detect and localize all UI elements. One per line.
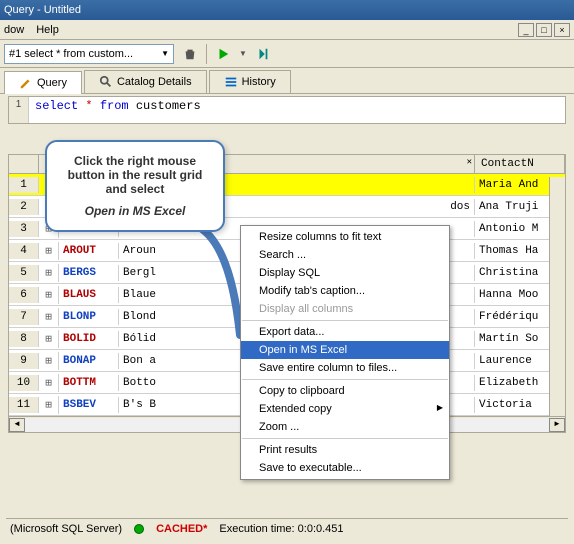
tab-catalog[interactable]: Catalog Details <box>84 70 207 93</box>
context-menu: Resize columns to fit text Search ... Di… <box>240 225 450 480</box>
menu-zoom[interactable]: Zoom ... <box>241 418 449 436</box>
menu-export-data[interactable]: Export data... <box>241 323 449 341</box>
menu-copy-clipboard[interactable]: Copy to clipboard <box>241 382 449 400</box>
row-number: 11 <box>9 397 39 413</box>
chevron-down-icon[interactable]: ▼ <box>239 49 247 58</box>
close-button[interactable]: × <box>554 23 570 37</box>
column-contact[interactable]: ContactN <box>475 155 565 173</box>
play-icon <box>216 47 230 61</box>
menu-modify-caption[interactable]: Modify tab's caption... <box>241 282 449 300</box>
status-led-icon <box>134 524 144 534</box>
chevron-down-icon: ▼ <box>161 49 169 58</box>
tab-query[interactable]: Query <box>4 71 82 94</box>
execution-time: Execution time: 0:0:0.451 <box>219 523 343 535</box>
scroll-right-button[interactable]: ► <box>549 418 565 432</box>
cell-id: BERGS <box>59 265 119 281</box>
row-number: 9 <box>9 353 39 369</box>
tab-history[interactable]: History <box>209 70 291 93</box>
menu-open-excel[interactable]: Open in MS Excel <box>241 341 449 359</box>
cell-id: BLONP <box>59 309 119 325</box>
cell-id: BOLID <box>59 331 119 347</box>
menu-display-all: Display all columns <box>241 300 449 318</box>
line-gutter: 1 <box>9 97 29 123</box>
row-number: 8 <box>9 331 39 347</box>
title-bar: Query - Untitled <box>0 0 574 20</box>
run-button[interactable] <box>213 44 233 64</box>
expand-icon[interactable]: ⊞ <box>39 330 59 348</box>
close-icon[interactable]: ✕ <box>467 157 472 167</box>
minimize-button[interactable]: _ <box>518 23 534 37</box>
row-number: 10 <box>9 375 39 391</box>
step-icon <box>256 47 270 61</box>
query-combo[interactable]: #1 select * from custom... ▼ <box>4 44 174 64</box>
menu-resize-columns[interactable]: Resize columns to fit text <box>241 228 449 246</box>
menu-extended-copy[interactable]: Extended copy▶ <box>241 400 449 418</box>
cell-id: AROUT <box>59 243 119 259</box>
restore-button[interactable]: □ <box>536 23 552 37</box>
expand-icon[interactable]: ⊞ <box>39 264 59 282</box>
server-label: (Microsoft SQL Server) <box>10 523 122 535</box>
delete-button[interactable] <box>180 44 200 64</box>
cached-label: CACHED* <box>156 523 207 535</box>
menu-save-exe[interactable]: Save to executable... <box>241 459 449 477</box>
magnifier-icon <box>99 75 113 89</box>
cell-id: BSBEV <box>59 397 119 413</box>
expand-icon[interactable]: ⊞ <box>39 308 59 326</box>
trash-icon <box>183 47 197 61</box>
menu-display-sql[interactable]: Display SQL <box>241 264 449 282</box>
row-number: 5 <box>9 265 39 281</box>
row-number: 3 <box>9 221 39 237</box>
menu-print[interactable]: Print results <box>241 441 449 459</box>
scroll-left-button[interactable]: ◄ <box>9 418 25 432</box>
window-title: Query - Untitled <box>4 4 81 16</box>
menu-help[interactable]: Help <box>36 24 59 36</box>
row-number: 4 <box>9 243 39 259</box>
cell-id: BONAP <box>59 353 119 369</box>
row-number: 2 <box>9 199 39 215</box>
help-callout: Click the right mouse button in the resu… <box>45 140 225 232</box>
tab-bar: Query Catalog Details History <box>0 68 574 94</box>
expand-icon[interactable]: ⊞ <box>39 286 59 304</box>
expand-icon[interactable]: ⊞ <box>39 352 59 370</box>
status-bar: (Microsoft SQL Server) CACHED* Execution… <box>6 518 568 538</box>
step-button[interactable] <box>253 44 273 64</box>
expand-icon[interactable]: ⊞ <box>39 242 59 260</box>
menu-bar: dow Help _ □ × <box>0 20 574 40</box>
pencil-icon <box>19 76 33 90</box>
expand-icon[interactable]: ⊞ <box>39 374 59 392</box>
cell-id: BOTTM <box>59 375 119 391</box>
menu-search[interactable]: Search ... <box>241 246 449 264</box>
toolbar: #1 select * from custom... ▼ ▼ <box>0 40 574 68</box>
sql-editor[interactable]: 1 select * from customers <box>8 96 566 124</box>
row-number: 1 <box>9 177 39 193</box>
row-number: 7 <box>9 309 39 325</box>
chevron-right-icon: ▶ <box>437 403 443 412</box>
sql-text[interactable]: select * from customers <box>29 97 207 123</box>
vertical-scrollbar[interactable] <box>549 177 565 416</box>
menu-window[interactable]: dow <box>4 24 24 36</box>
row-number: 6 <box>9 287 39 303</box>
list-icon <box>224 75 238 89</box>
cell-id: BLAUS <box>59 287 119 303</box>
expand-icon[interactable]: ⊞ <box>39 396 59 414</box>
menu-save-column[interactable]: Save entire column to files... <box>241 359 449 377</box>
